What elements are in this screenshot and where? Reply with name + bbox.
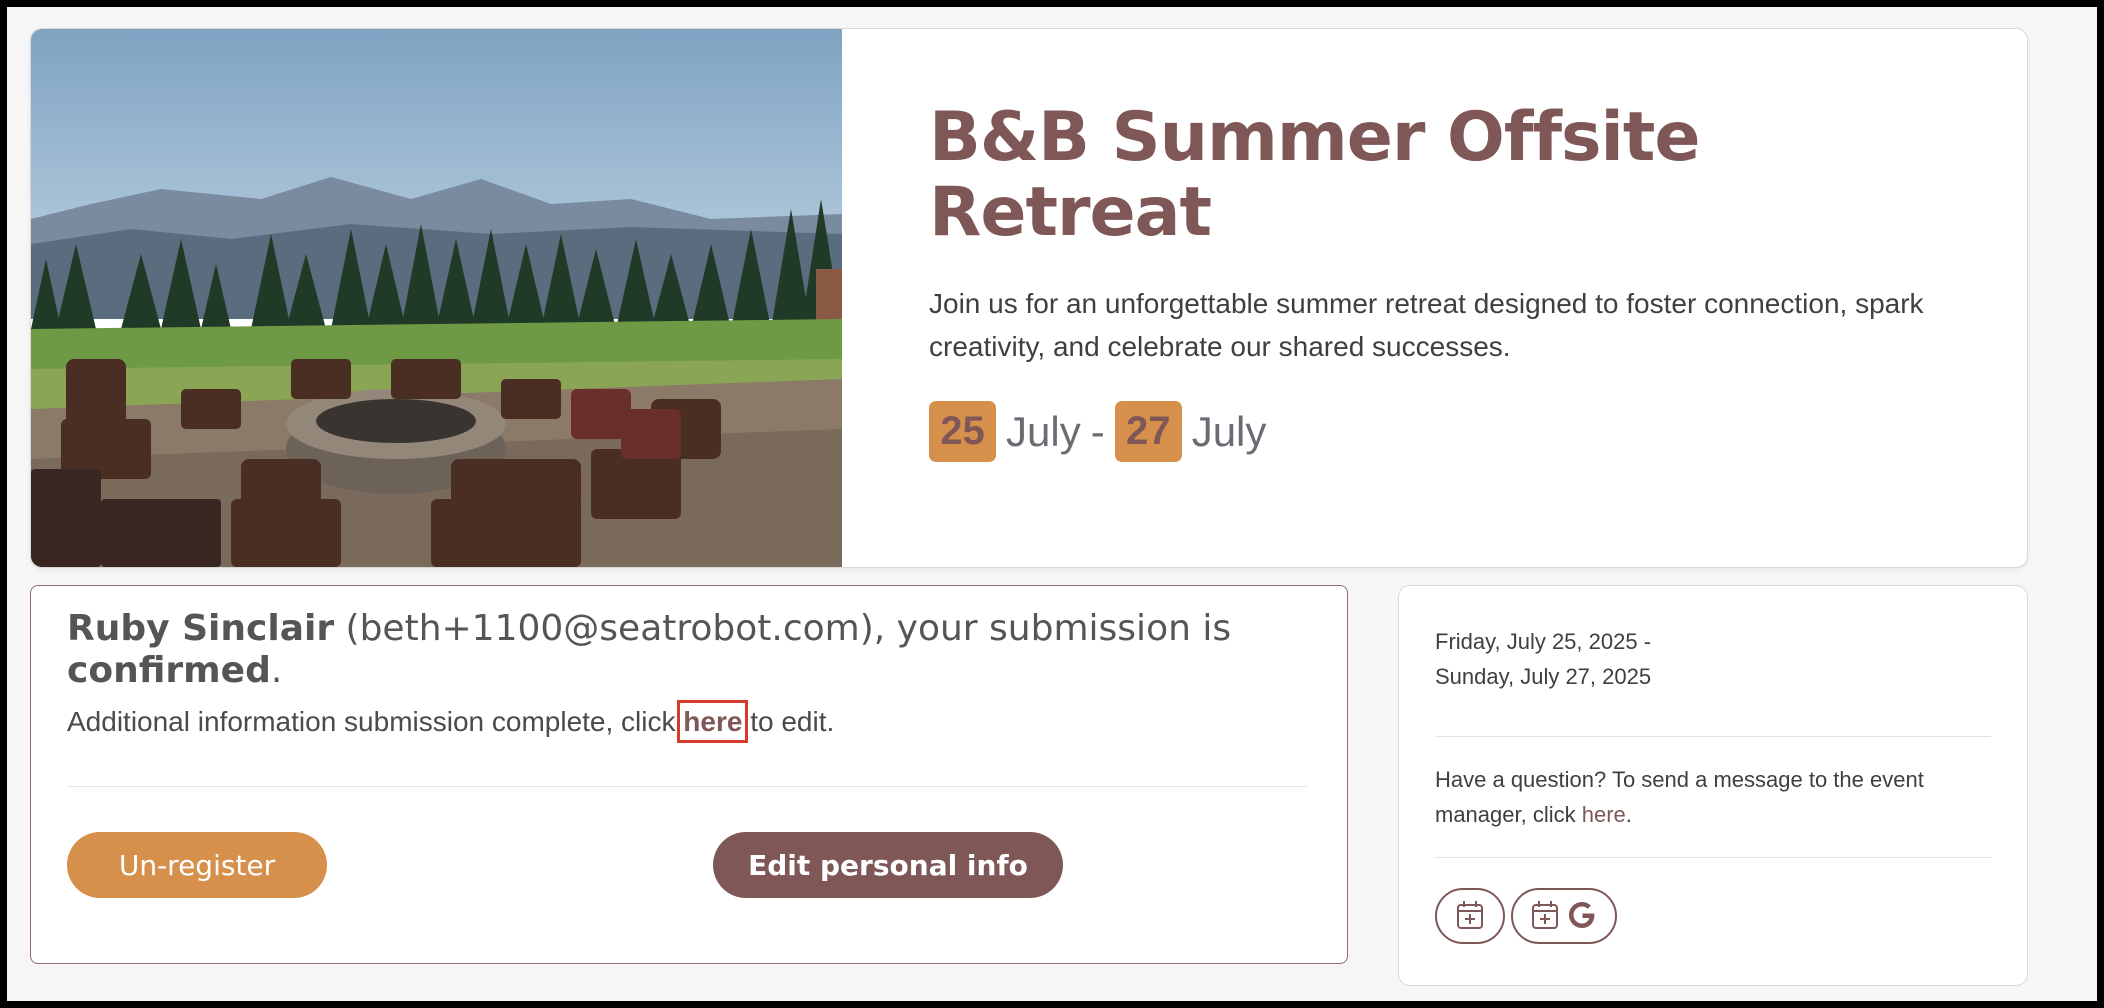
- divider: [67, 786, 1307, 787]
- info-suffix: to edit.: [742, 706, 835, 737]
- contact-manager-link[interactable]: here: [1582, 802, 1626, 827]
- question-prefix: Have a question? To send a message to th…: [1435, 767, 1924, 827]
- question-suffix: .: [1625, 802, 1632, 827]
- start-day-badge: 25: [929, 401, 996, 463]
- google-g-icon: [1566, 899, 1598, 934]
- end-month: July: [1191, 407, 1267, 455]
- divider: [1435, 736, 1991, 737]
- heading-period: .: [270, 650, 283, 691]
- end-date-line: Sunday, July 27, 2025: [1435, 664, 1652, 689]
- additional-info-text: Additional information submission comple…: [67, 700, 835, 743]
- calendar-add-icon: [1530, 899, 1560, 934]
- event-title: B&B Summer Offsite Retreat: [929, 98, 1700, 252]
- event-hero-card: B&B Summer Offsite Retreat Join us for a…: [30, 28, 2028, 568]
- info-prefix: Additional information submission comple…: [67, 706, 684, 737]
- event-description: Join us for an unforgettable summer retr…: [929, 287, 1924, 362]
- edit-additional-info-link[interactable]: here: [677, 700, 749, 743]
- calendar-add-icon: [1455, 899, 1485, 934]
- add-to-calendar-button[interactable]: [1435, 888, 1505, 944]
- end-day-badge: 27: [1114, 401, 1182, 463]
- registration-confirmation-card: Ruby Sinclair (beth+1100@seatrobot.com),…: [30, 585, 1348, 964]
- confirmation-status: confirmed: [67, 650, 271, 691]
- event-details-sidebar: Friday, July 25, 2025 - Sunday, July 27,…: [1398, 585, 2028, 986]
- registrant-name: Ruby Sinclair: [67, 608, 335, 649]
- edit-personal-info-button[interactable]: Edit personal info: [713, 832, 1063, 898]
- start-date-line: Friday, July 25, 2025 -: [1435, 629, 1652, 654]
- event-dates: Friday, July 25, 2025 - Sunday, July 27,…: [1435, 624, 1651, 694]
- page-frame: B&B Summer Offsite Retreat Join us for a…: [7, 7, 2097, 1001]
- event-date-range: 25 July - 27 July: [929, 401, 1989, 463]
- registrant-email-text: (beth+1100@seatrobot.com), your submissi…: [334, 608, 1232, 649]
- event-info: B&B Summer Offsite Retreat Join us for a…: [929, 98, 1989, 463]
- confirmation-heading: Ruby Sinclair (beth+1100@seatrobot.com),…: [67, 608, 1307, 692]
- date-separator: -: [1090, 407, 1105, 455]
- add-to-google-calendar-button[interactable]: [1511, 888, 1617, 944]
- start-month: July: [1006, 407, 1081, 455]
- divider: [1435, 857, 1991, 858]
- contact-organizer-text: Have a question? To send a message to th…: [1435, 762, 1991, 832]
- event-photo: [31, 29, 842, 567]
- unregister-button[interactable]: Un-register: [67, 832, 327, 898]
